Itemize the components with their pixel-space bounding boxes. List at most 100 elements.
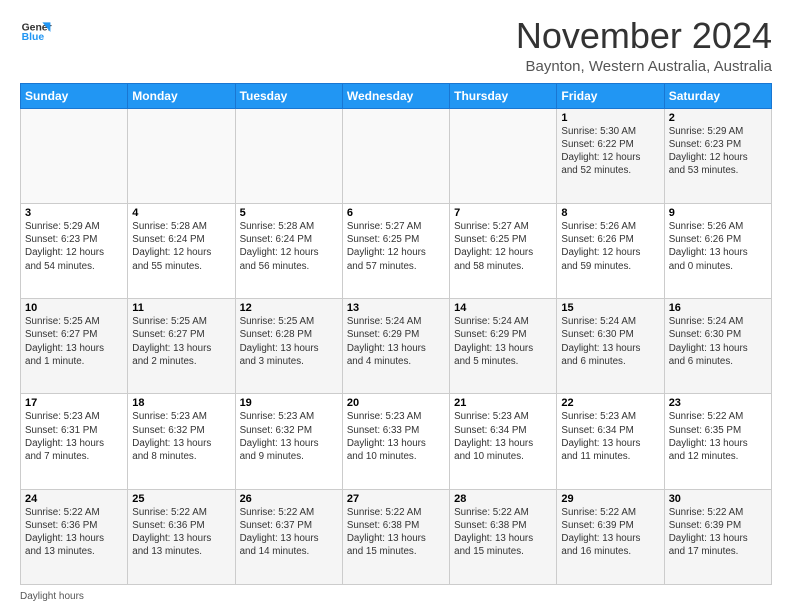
calendar-cell: 1Sunrise: 5:30 AM Sunset: 6:22 PM Daylig…	[557, 108, 664, 203]
calendar-week-2: 3Sunrise: 5:29 AM Sunset: 6:23 PM Daylig…	[21, 203, 772, 298]
calendar-cell: 26Sunrise: 5:22 AM Sunset: 6:37 PM Dayli…	[235, 489, 342, 584]
weekday-header-thursday: Thursday	[450, 83, 557, 108]
day-number: 30	[669, 493, 767, 505]
calendar-cell: 3Sunrise: 5:29 AM Sunset: 6:23 PM Daylig…	[21, 203, 128, 298]
day-number: 23	[669, 397, 767, 409]
day-number: 24	[25, 493, 123, 505]
calendar-cell: 2Sunrise: 5:29 AM Sunset: 6:23 PM Daylig…	[664, 108, 771, 203]
calendar-cell: 15Sunrise: 5:24 AM Sunset: 6:30 PM Dayli…	[557, 299, 664, 394]
day-info: Sunrise: 5:23 AM Sunset: 6:33 PM Dayligh…	[347, 410, 445, 463]
footer-text: Daylight hours	[20, 591, 84, 602]
day-number: 7	[454, 207, 552, 219]
calendar-cell: 29Sunrise: 5:22 AM Sunset: 6:39 PM Dayli…	[557, 489, 664, 584]
calendar-cell: 23Sunrise: 5:22 AM Sunset: 6:35 PM Dayli…	[664, 394, 771, 489]
calendar-cell	[21, 108, 128, 203]
day-info: Sunrise: 5:29 AM Sunset: 6:23 PM Dayligh…	[669, 125, 767, 178]
title-section: November 2024 Baynton, Western Australia…	[516, 16, 772, 75]
calendar-cell: 18Sunrise: 5:23 AM Sunset: 6:32 PM Dayli…	[128, 394, 235, 489]
page: General Blue November 2024 Baynton, West…	[0, 0, 792, 612]
calendar-cell: 6Sunrise: 5:27 AM Sunset: 6:25 PM Daylig…	[342, 203, 449, 298]
day-number: 1	[561, 112, 659, 124]
day-info: Sunrise: 5:23 AM Sunset: 6:34 PM Dayligh…	[454, 410, 552, 463]
day-info: Sunrise: 5:24 AM Sunset: 6:29 PM Dayligh…	[347, 315, 445, 368]
calendar-cell: 21Sunrise: 5:23 AM Sunset: 6:34 PM Dayli…	[450, 394, 557, 489]
day-info: Sunrise: 5:24 AM Sunset: 6:29 PM Dayligh…	[454, 315, 552, 368]
day-info: Sunrise: 5:28 AM Sunset: 6:24 PM Dayligh…	[132, 220, 230, 273]
calendar-cell: 5Sunrise: 5:28 AM Sunset: 6:24 PM Daylig…	[235, 203, 342, 298]
calendar-cell	[450, 108, 557, 203]
day-number: 5	[240, 207, 338, 219]
calendar-table: SundayMondayTuesdayWednesdayThursdayFrid…	[20, 83, 772, 585]
location: Baynton, Western Australia, Australia	[516, 58, 772, 75]
day-number: 15	[561, 302, 659, 314]
day-number: 22	[561, 397, 659, 409]
day-info: Sunrise: 5:27 AM Sunset: 6:25 PM Dayligh…	[347, 220, 445, 273]
day-info: Sunrise: 5:25 AM Sunset: 6:27 PM Dayligh…	[132, 315, 230, 368]
day-info: Sunrise: 5:26 AM Sunset: 6:26 PM Dayligh…	[561, 220, 659, 273]
calendar-cell: 8Sunrise: 5:26 AM Sunset: 6:26 PM Daylig…	[557, 203, 664, 298]
day-number: 9	[669, 207, 767, 219]
calendar-cell: 13Sunrise: 5:24 AM Sunset: 6:29 PM Dayli…	[342, 299, 449, 394]
day-info: Sunrise: 5:23 AM Sunset: 6:31 PM Dayligh…	[25, 410, 123, 463]
calendar-cell: 25Sunrise: 5:22 AM Sunset: 6:36 PM Dayli…	[128, 489, 235, 584]
day-info: Sunrise: 5:23 AM Sunset: 6:32 PM Dayligh…	[240, 410, 338, 463]
calendar-cell: 27Sunrise: 5:22 AM Sunset: 6:38 PM Dayli…	[342, 489, 449, 584]
calendar-cell: 22Sunrise: 5:23 AM Sunset: 6:34 PM Dayli…	[557, 394, 664, 489]
calendar-cell: 14Sunrise: 5:24 AM Sunset: 6:29 PM Dayli…	[450, 299, 557, 394]
logo-icon: General Blue	[20, 16, 52, 48]
day-info: Sunrise: 5:25 AM Sunset: 6:27 PM Dayligh…	[25, 315, 123, 368]
weekday-header-tuesday: Tuesday	[235, 83, 342, 108]
day-number: 28	[454, 493, 552, 505]
day-number: 20	[347, 397, 445, 409]
day-info: Sunrise: 5:23 AM Sunset: 6:34 PM Dayligh…	[561, 410, 659, 463]
calendar-cell: 7Sunrise: 5:27 AM Sunset: 6:25 PM Daylig…	[450, 203, 557, 298]
day-info: Sunrise: 5:22 AM Sunset: 6:36 PM Dayligh…	[132, 506, 230, 559]
weekday-header-row: SundayMondayTuesdayWednesdayThursdayFrid…	[21, 83, 772, 108]
weekday-header-friday: Friday	[557, 83, 664, 108]
calendar-cell: 9Sunrise: 5:26 AM Sunset: 6:26 PM Daylig…	[664, 203, 771, 298]
day-number: 14	[454, 302, 552, 314]
day-number: 18	[132, 397, 230, 409]
calendar-cell: 24Sunrise: 5:22 AM Sunset: 6:36 PM Dayli…	[21, 489, 128, 584]
day-info: Sunrise: 5:23 AM Sunset: 6:32 PM Dayligh…	[132, 410, 230, 463]
logo: General Blue	[20, 16, 52, 48]
day-info: Sunrise: 5:22 AM Sunset: 6:38 PM Dayligh…	[347, 506, 445, 559]
weekday-header-sunday: Sunday	[21, 83, 128, 108]
day-number: 3	[25, 207, 123, 219]
svg-text:Blue: Blue	[22, 32, 45, 43]
weekday-header-saturday: Saturday	[664, 83, 771, 108]
day-info: Sunrise: 5:22 AM Sunset: 6:39 PM Dayligh…	[669, 506, 767, 559]
day-number: 19	[240, 397, 338, 409]
day-info: Sunrise: 5:27 AM Sunset: 6:25 PM Dayligh…	[454, 220, 552, 273]
day-info: Sunrise: 5:28 AM Sunset: 6:24 PM Dayligh…	[240, 220, 338, 273]
calendar-cell: 17Sunrise: 5:23 AM Sunset: 6:31 PM Dayli…	[21, 394, 128, 489]
month-title: November 2024	[516, 16, 772, 56]
day-info: Sunrise: 5:30 AM Sunset: 6:22 PM Dayligh…	[561, 125, 659, 178]
day-info: Sunrise: 5:29 AM Sunset: 6:23 PM Dayligh…	[25, 220, 123, 273]
day-number: 29	[561, 493, 659, 505]
day-number: 6	[347, 207, 445, 219]
calendar-body: 1Sunrise: 5:30 AM Sunset: 6:22 PM Daylig…	[21, 108, 772, 584]
calendar-cell: 28Sunrise: 5:22 AM Sunset: 6:38 PM Dayli…	[450, 489, 557, 584]
calendar-header: SundayMondayTuesdayWednesdayThursdayFrid…	[21, 83, 772, 108]
day-number: 2	[669, 112, 767, 124]
weekday-header-monday: Monday	[128, 83, 235, 108]
day-info: Sunrise: 5:22 AM Sunset: 6:37 PM Dayligh…	[240, 506, 338, 559]
day-number: 10	[25, 302, 123, 314]
calendar-cell: 11Sunrise: 5:25 AM Sunset: 6:27 PM Dayli…	[128, 299, 235, 394]
calendar-cell: 4Sunrise: 5:28 AM Sunset: 6:24 PM Daylig…	[128, 203, 235, 298]
day-info: Sunrise: 5:26 AM Sunset: 6:26 PM Dayligh…	[669, 220, 767, 273]
day-number: 26	[240, 493, 338, 505]
calendar-cell: 10Sunrise: 5:25 AM Sunset: 6:27 PM Dayli…	[21, 299, 128, 394]
calendar-cell: 12Sunrise: 5:25 AM Sunset: 6:28 PM Dayli…	[235, 299, 342, 394]
day-number: 8	[561, 207, 659, 219]
calendar-cell: 20Sunrise: 5:23 AM Sunset: 6:33 PM Dayli…	[342, 394, 449, 489]
day-number: 27	[347, 493, 445, 505]
day-number: 16	[669, 302, 767, 314]
calendar-week-5: 24 Sunrise: 5:22 AM Sunset: 6:36 PM Dayli…	[21, 489, 772, 584]
day-number: 4	[132, 207, 230, 219]
day-info: Sunrise: 5:24 AM Sunset: 6:30 PM Dayligh…	[561, 315, 659, 368]
day-info: Sunrise: 5:22 AM Sunset: 6:38 PM Dayligh…	[454, 506, 552, 559]
day-info: Sunrise: 5:22 AM Sunset: 6:35 PM Dayligh…	[669, 410, 767, 463]
day-info: Sunrise: 5:25 AM Sunset: 6:28 PM Dayligh…	[240, 315, 338, 368]
